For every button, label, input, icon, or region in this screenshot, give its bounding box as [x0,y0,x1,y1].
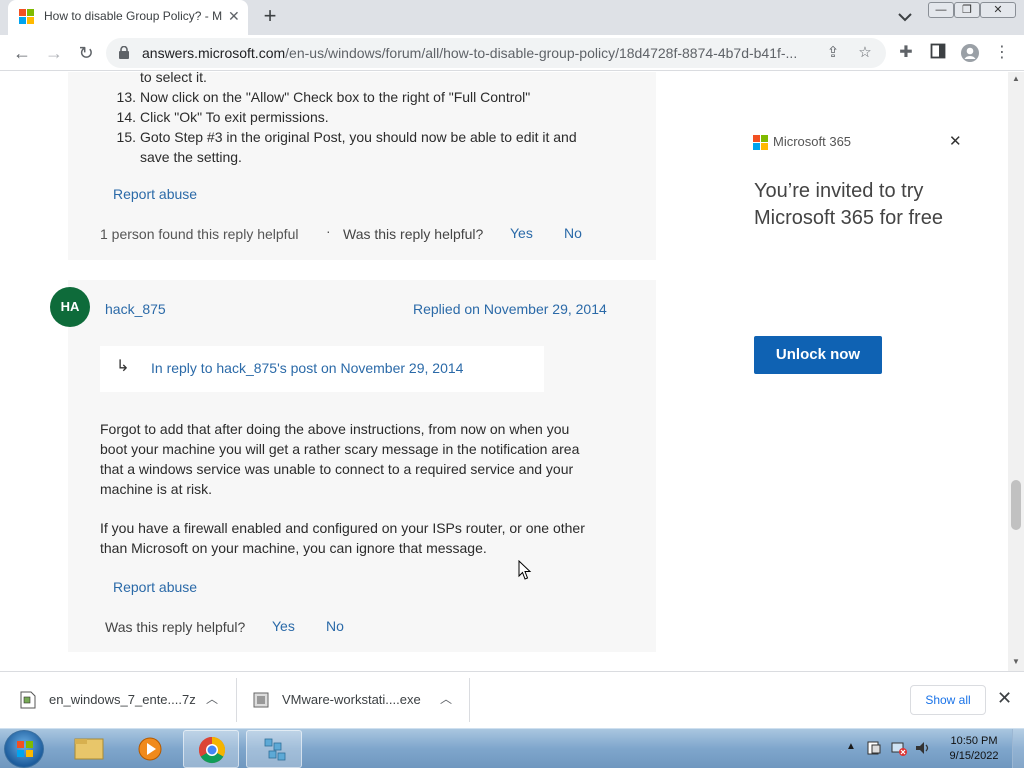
tab-active[interactable]: How to disable Group Policy? - M ✕ [8,0,248,35]
extensions-puzzle-icon[interactable]: ✚ [896,43,916,63]
media-player-icon[interactable] [122,730,178,768]
forward-arrow-icon[interactable]: → [42,41,66,65]
download-item[interactable]: VMware-workstati....exe ︿ [237,672,470,729]
download-filename: en_windows_7_ente....7z [49,692,196,707]
chrome-icon[interactable] [183,730,239,768]
start-button[interactable] [4,730,44,768]
list-item: save the setting. [140,149,242,165]
windows-taskbar: ▲ 10:50 PM 9/15/2022 [0,728,1024,768]
close-icon[interactable]: ✕ [997,688,1012,709]
share-icon[interactable]: ⇪ [824,44,842,62]
download-filename: VMware-workstati....exe [282,692,421,707]
kebab-menu-icon[interactable]: ⋮ [992,43,1012,63]
back-arrow-icon[interactable]: ← [10,41,34,65]
author-name[interactable]: hack_875 [105,301,166,317]
side-panel-icon[interactable] [928,43,948,63]
helpful-yes-button[interactable]: Yes [510,225,533,241]
taskbar-clock[interactable]: 10:50 PM 9/15/2022 [944,734,1004,764]
in-reply-to-link[interactable]: In reply to hack_875's post on November … [151,360,463,376]
chevron-up-icon[interactable]: ︿ [440,690,452,707]
helpful-question: Was this reply helpful? [105,619,246,635]
windows-logo-icon [17,741,33,757]
tab-close-button[interactable]: ✕ [228,8,240,25]
new-tab-button[interactable]: + [260,4,280,28]
bookmark-star-icon[interactable]: ☆ [856,44,874,62]
unlock-now-button[interactable]: Unlock now [754,336,882,374]
page-content: to select it. 13. Now click on the "Allow… [0,72,1008,671]
helpful-count: 1 person found this reply helpful [100,226,299,242]
download-item[interactable]: en_windows_7_ente....7z ︿ [0,672,237,729]
in-reply-to-box[interactable]: ↳ In reply to hack_875's post on Novembe… [100,346,544,392]
show-all-button[interactable]: Show all [910,685,986,715]
installer-file-icon [253,692,269,708]
scroll-up-arrow-icon[interactable]: ▲ [1011,74,1021,84]
helpful-no-button[interactable]: No [564,225,582,241]
helpful-yes-button[interactable]: Yes [272,618,295,634]
ad-brand: Microsoft 365 [773,134,852,149]
reload-icon[interactable]: ↻ [74,41,98,65]
restore-button[interactable]: ❐ [954,2,980,18]
registry-editor-icon[interactable] [246,730,302,768]
chevron-up-icon[interactable]: ︿ [206,690,218,707]
tab-search-chevron-icon[interactable] [896,10,914,24]
mouse-cursor-icon [518,560,532,580]
reply-arrow-icon: ↳ [116,358,130,375]
tray-expand-icon[interactable]: ▲ [846,741,856,752]
list-item: 14. Click "Ok" To exit permissions. [116,109,329,125]
list-item: 15. Goto Step #3 in the original Post, yo… [116,129,577,145]
reply-date[interactable]: Replied on November 29, 2014 [413,301,607,317]
report-abuse-link[interactable]: Report abuse [113,579,197,595]
microsoft-logo-icon [19,9,35,25]
show-desktop-button[interactable] [1012,729,1024,768]
ad-close-icon[interactable]: ✕ [949,132,962,150]
microsoft-logo-icon [753,135,769,151]
ad-headline: You’re invited to try Microsoft 365 for … [754,180,943,229]
download-shelf: en_windows_7_ente....7z ︿ VMware-worksta… [0,671,1024,728]
volume-icon[interactable] [914,739,932,760]
url-text[interactable]: answers.microsoft.com/en-us/windows/foru… [142,45,822,61]
tab-title: How to disable Group Policy? - M [44,9,223,23]
scroll-down-arrow-icon[interactable]: ▼ [1011,657,1021,667]
profile-avatar-icon[interactable] [960,43,980,63]
network-icon[interactable] [890,739,908,760]
helpful-question: Was this reply helpful? [343,226,484,242]
reply-body-paragraph-2: If you have a firewall enabled and confi… [100,520,585,556]
window-close-button[interactable]: ✕ [980,2,1016,18]
scrollbar-thumb[interactable] [1011,480,1021,530]
separator-dot: · [326,223,331,239]
address-bar[interactable]: answers.microsoft.com/en-us/windows/foru… [106,38,886,68]
lock-icon[interactable] [118,46,130,59]
report-abuse-link[interactable]: Report abuse [113,186,197,202]
list-item: 13. Now click on the "Allow" Check box to… [116,89,531,105]
steps-list: to select it. 13. Now click on the "Allow… [108,72,628,167]
minimize-button[interactable]: — [928,2,954,18]
archive-file-icon [20,691,36,709]
windows-explorer-icon[interactable] [61,730,117,768]
browser-toolbar: ← → ↻ answers.microsoft.com/en-us/window… [0,35,1024,71]
list-item: to select it. [140,72,207,85]
page-scrollbar[interactable]: ▲ ▼ [1008,72,1024,671]
divider [469,678,470,722]
helpful-no-button[interactable]: No [326,618,344,634]
action-center-icon[interactable] [866,739,882,760]
avatar[interactable]: HA [50,287,90,327]
reply-body-paragraph-1: Forgot to add that after doing the above… [100,421,580,497]
tab-strip: How to disable Group Policy? - M ✕ + — ❐… [0,0,1024,35]
